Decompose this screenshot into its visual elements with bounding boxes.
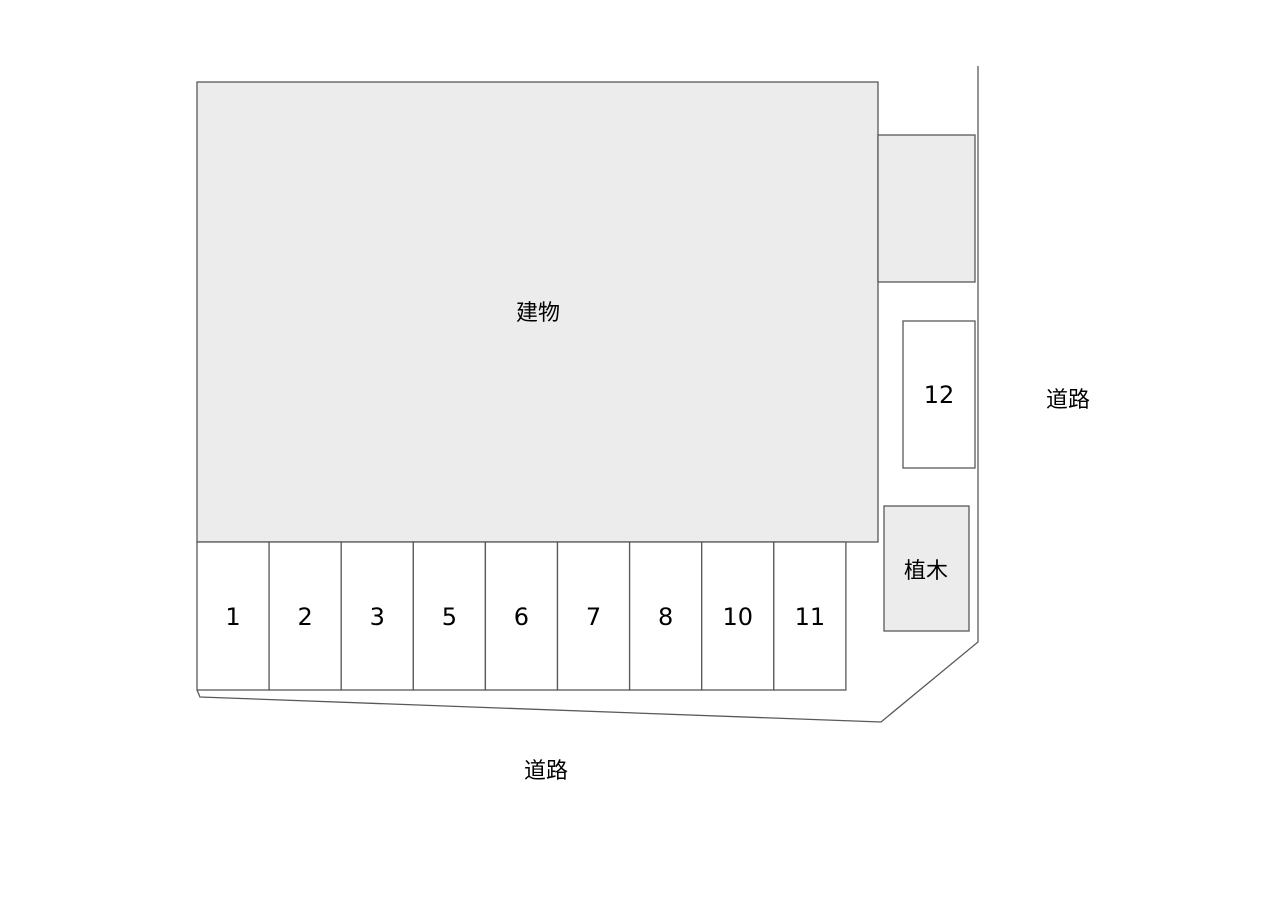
planting-label: 植木 — [904, 559, 948, 584]
parking-stall-label: 3 — [370, 603, 385, 631]
parking-stall-label: 2 — [298, 603, 313, 631]
parking-stall-label: 11 — [795, 603, 826, 631]
parking-stall-12-label: 12 — [924, 381, 955, 409]
parking-stall-label: 6 — [514, 603, 529, 631]
parking-stall-label: 1 — [225, 603, 240, 631]
parking-stall-label: 7 — [586, 603, 601, 631]
parking-stall-label: 5 — [442, 603, 457, 631]
parking-site-diagram: 建物 12 植木 1 2 3 5 6 7 8 10 11 道路 道路 — [196, 66, 1090, 784]
road-right-label: 道路 — [1046, 388, 1090, 413]
parking-stall-row: 1 2 3 5 6 7 8 10 11 — [196, 541, 847, 691]
road-bottom-label: 道路 — [524, 759, 568, 784]
building-label: 建物 — [516, 301, 560, 326]
parking-stall-label: 10 — [722, 603, 753, 631]
building-annex — [877, 134, 976, 283]
parking-stall-label: 8 — [658, 603, 673, 631]
